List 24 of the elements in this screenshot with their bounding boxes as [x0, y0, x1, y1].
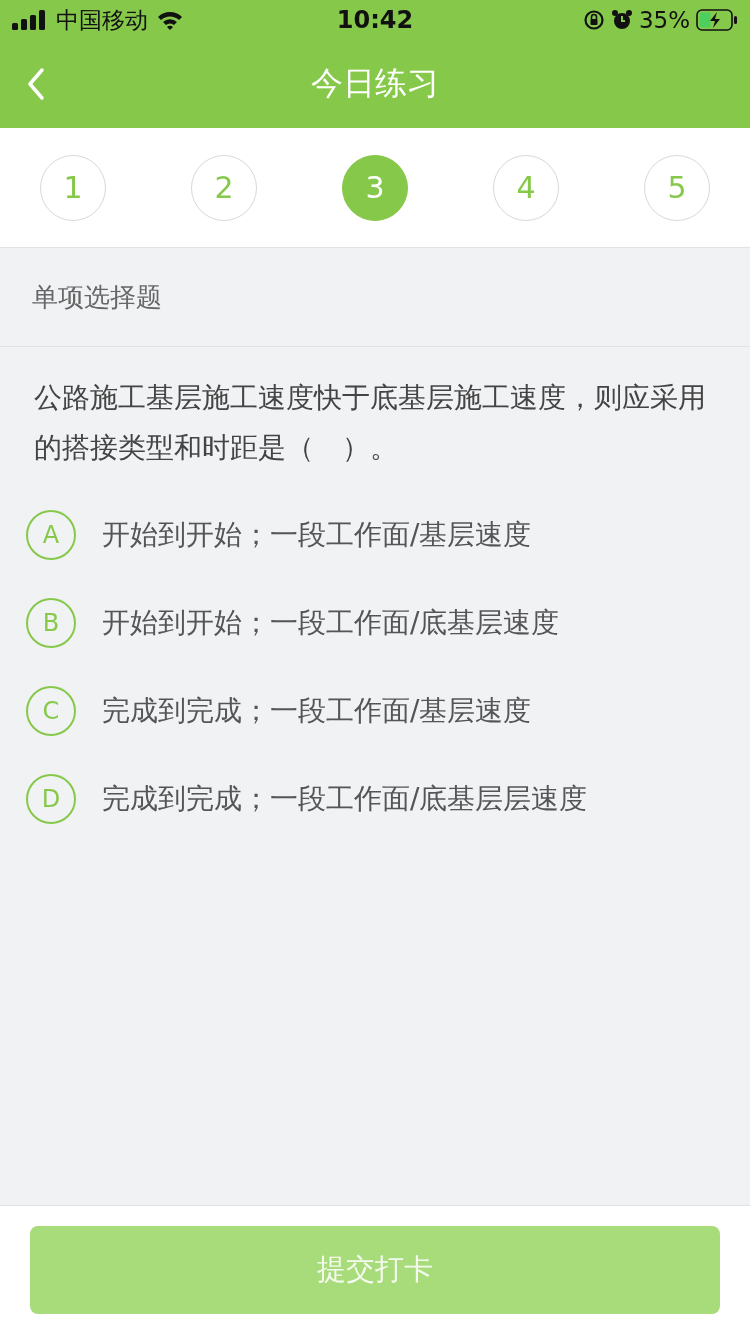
question-number-tab[interactable]: 5: [644, 154, 710, 221]
question-text: 公路施工基层施工速度快于底基层施工速度，则应采用的搭接类型和时距是（ ）。: [34, 380, 707, 466]
option-letter[interactable]: A: [26, 510, 76, 560]
option-text[interactable]: 完成到完成；一段工作面/基层速度: [102, 692, 532, 730]
question-type-header: 单项选择题: [0, 248, 750, 347]
battery-charging-icon: [696, 9, 738, 31]
question-number-tab[interactable]: 4: [493, 154, 559, 221]
page-title: 今日练习: [311, 63, 439, 104]
battery-percent: 35%: [638, 7, 690, 33]
clock-time: 10:42: [336, 6, 414, 34]
carrier-name: 中国移动: [56, 5, 148, 35]
question-number-tab[interactable]: 1: [40, 154, 106, 221]
rotation-lock-icon: [582, 9, 605, 31]
alarm-icon: [610, 9, 633, 31]
option-text[interactable]: 开始到开始；一段工作面/基层速度: [102, 516, 532, 554]
option-letter[interactable]: B: [26, 598, 76, 648]
option-letter[interactable]: C: [26, 686, 76, 736]
question-number-tab[interactable]: 3: [342, 154, 408, 221]
signal-icon: [12, 10, 48, 30]
option-text[interactable]: 完成到完成；一段工作面/底基层层速度: [102, 780, 588, 818]
option-letter[interactable]: D: [26, 774, 76, 824]
question-number-tab[interactable]: 2: [191, 154, 257, 221]
option-text[interactable]: 开始到开始；一段工作面/底基层速度: [102, 604, 560, 642]
wifi-icon: [156, 10, 184, 30]
